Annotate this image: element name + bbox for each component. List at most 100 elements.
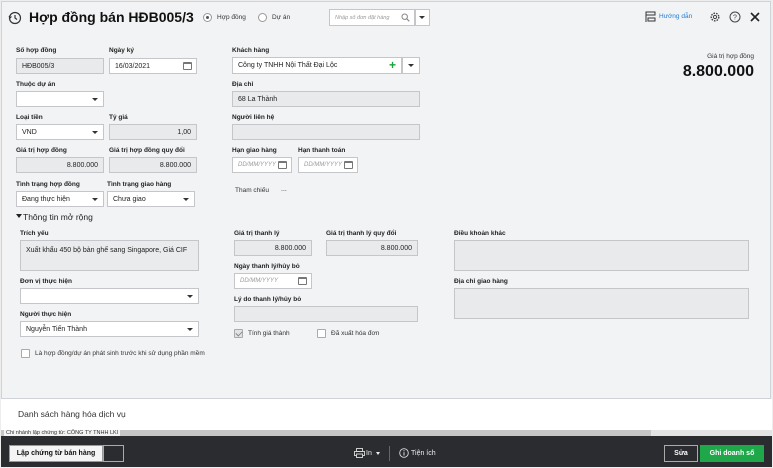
- goods-title: Danh sách hàng hóa dịch vụ: [18, 409, 126, 419]
- performer-value: Nguyễn Tiến Thành: [26, 325, 87, 333]
- liq-date-label: Ngày thanh lý/hủy bỏ: [234, 263, 300, 270]
- contact-field[interactable]: [232, 124, 420, 140]
- delivery-deadline-field[interactable]: DD/MM/YYYY: [232, 157, 292, 173]
- sign-date-label: Ngày ký: [109, 47, 134, 54]
- history-icon[interactable]: [8, 11, 22, 25]
- add-customer-icon[interactable]: +: [389, 57, 396, 73]
- sign-date-value: 16/03/2021: [115, 62, 151, 70]
- other-terms-label: Điều khoản khác: [454, 230, 506, 237]
- delivery-status-value: Chưa giao: [113, 195, 146, 203]
- payment-deadline-field[interactable]: DD/MM/YYYY: [298, 157, 358, 173]
- status-select[interactable]: Đang thực hiện: [16, 191, 104, 207]
- liq-reason-label: Lý do thanh lý/hủy bỏ: [234, 296, 302, 303]
- chevron-down-icon: [187, 328, 193, 331]
- address-field[interactable]: 68 La Thành: [232, 91, 420, 107]
- performer-select[interactable]: Nguyễn Tiến Thành: [20, 321, 199, 337]
- contract-no-label: Số hợp đồng: [16, 47, 57, 54]
- pre-use-label: Là hợp đồng/dự án phát sinh trước khi sử…: [35, 350, 205, 357]
- delivery-status-select[interactable]: Chưa giao: [107, 191, 195, 207]
- chevron-down-icon[interactable]: [376, 452, 380, 455]
- reference-link[interactable]: Tham chiếu: [235, 187, 269, 194]
- date-placeholder: DD/MM/YYYY: [304, 162, 343, 168]
- chevron-down-icon: [419, 16, 425, 19]
- contact-label: Người liên hệ: [232, 114, 275, 121]
- invoiced-label: Đã xuất hóa đơn: [331, 330, 380, 337]
- customer-label: Khách hàng: [232, 47, 270, 54]
- radio-project[interactable]: [258, 13, 267, 22]
- page-title: Hợp đồng bán HĐB005/3: [29, 9, 194, 25]
- print-button[interactable]: In: [366, 450, 372, 457]
- extended-info-toggle[interactable]: Thông tin mở rộng: [23, 212, 93, 222]
- liq-date-field[interactable]: DD/MM/YYYY: [234, 273, 312, 289]
- summary-label: Trích yếu: [20, 230, 49, 237]
- settings-icon[interactable]: [709, 11, 721, 23]
- chevron-down-icon: [187, 295, 193, 298]
- reference-more-button[interactable]: ...: [281, 186, 287, 193]
- delivery-deadline-label: Hạn giao hàng: [232, 147, 277, 154]
- create-sales-voucher-button[interactable]: Lập chứng từ bán hàng: [9, 445, 103, 462]
- chevron-down-icon: [408, 64, 414, 67]
- summary-field[interactable]: Xuất khẩu 450 bộ bàn ghế sang Singapore,…: [20, 240, 199, 271]
- svg-text:?: ?: [733, 15, 737, 22]
- chevron-down-icon: [92, 131, 98, 134]
- pre-use-checkbox[interactable]: [21, 349, 30, 358]
- delivery-addr-field[interactable]: [454, 288, 749, 319]
- contract-no-field[interactable]: HĐB005/3: [16, 58, 104, 74]
- chevron-down-icon: [92, 98, 98, 101]
- liq-value-label: Giá trị thanh lý: [234, 230, 280, 237]
- help-icon[interactable]: ?: [729, 11, 741, 23]
- status-value: Đang thực hiện: [22, 195, 70, 203]
- search-dropdown-button[interactable]: [415, 9, 430, 26]
- total-value: 8.800.000: [682, 63, 754, 80]
- calc-cost-checkbox[interactable]: [234, 329, 243, 338]
- calendar-icon[interactable]: [183, 62, 192, 70]
- divider: [389, 446, 390, 461]
- edit-button[interactable]: Sửa: [664, 445, 698, 462]
- project-label: Thuộc dự án: [16, 81, 56, 88]
- calendar-icon[interactable]: [344, 161, 353, 169]
- other-terms-field[interactable]: [454, 240, 749, 271]
- rate-label: Tỷ giá: [109, 114, 128, 121]
- save-sales-button[interactable]: Ghi doanh số: [700, 445, 764, 462]
- delivery-addr-label: Địa chỉ giao hàng: [454, 278, 508, 285]
- customer-value: Công ty TNHH Nội Thất Đại Lộc: [238, 62, 338, 69]
- info-icon[interactable]: [399, 448, 409, 458]
- calendar-icon[interactable]: [298, 277, 307, 285]
- unit-select[interactable]: [20, 288, 199, 304]
- radio-project-label: Dự án: [272, 14, 291, 21]
- close-icon[interactable]: [750, 12, 760, 22]
- value-field[interactable]: 8.800.000: [16, 157, 104, 173]
- radio-contract[interactable]: [203, 13, 212, 22]
- value-conv-field[interactable]: 8.800.000: [109, 157, 197, 173]
- liq-value-conv-field[interactable]: 8.800.000: [326, 240, 418, 256]
- currency-value: VND: [22, 128, 37, 136]
- chevron-down-icon: [92, 198, 98, 201]
- unit-label: Đơn vị thực hiện: [20, 278, 72, 285]
- liq-reason-field[interactable]: [234, 306, 418, 322]
- date-placeholder: DD/MM/YYYY: [240, 278, 279, 284]
- triangle-down-icon[interactable]: [16, 214, 22, 218]
- sign-date-field[interactable]: 16/03/2021: [109, 58, 197, 74]
- date-placeholder: DD/MM/YYYY: [238, 162, 277, 168]
- liq-value-field[interactable]: 8.800.000: [234, 240, 312, 256]
- invoiced-checkbox[interactable]: [317, 329, 326, 338]
- payment-deadline-label: Hạn thanh toán: [298, 147, 346, 154]
- performer-label: Người thực hiện: [20, 311, 72, 318]
- guide-icon[interactable]: [645, 11, 656, 23]
- search-icon[interactable]: [401, 13, 410, 22]
- create-voucher-dropdown-button[interactable]: [103, 445, 124, 462]
- address-label: Địa chỉ: [232, 81, 254, 88]
- guide-link[interactable]: Hướng dẫn: [659, 13, 692, 20]
- customer-field[interactable]: Công ty TNHH Nội Thất Đại Lộc: [232, 57, 402, 74]
- total-label: Giá trị hợp đồng: [707, 53, 754, 60]
- delivery-status-label: Tình trạng giao hàng: [107, 181, 172, 188]
- printer-icon[interactable]: [354, 448, 365, 458]
- radio-contract-label: Hợp đồng: [217, 14, 246, 21]
- liq-value-conv-label: Giá trị thanh lý quy đổi: [326, 230, 397, 237]
- rate-field[interactable]: 1,00: [109, 124, 197, 140]
- customer-dropdown-button[interactable]: [402, 57, 420, 74]
- utility-button[interactable]: Tiện ích: [411, 450, 436, 457]
- project-select[interactable]: [16, 91, 104, 107]
- currency-select[interactable]: VND: [16, 124, 104, 140]
- calendar-icon[interactable]: [278, 161, 287, 169]
